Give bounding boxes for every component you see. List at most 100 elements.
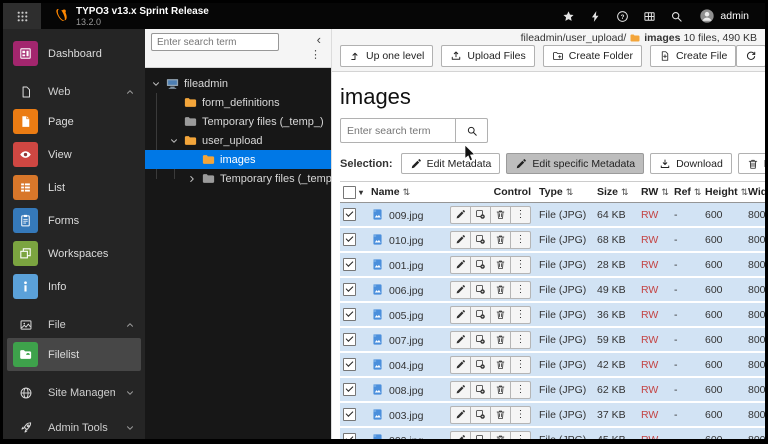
replace-file-button[interactable]	[470, 381, 491, 399]
search-submit-button[interactable]	[455, 118, 488, 143]
delete-file-button[interactable]	[490, 331, 511, 349]
file-name-link[interactable]: 008.jpg	[389, 385, 423, 397]
delete-file-button[interactable]	[490, 206, 511, 224]
row-checkbox[interactable]	[343, 258, 356, 271]
expander-chevron-icon[interactable]	[169, 136, 179, 146]
header-ref[interactable]: Ref⇅	[671, 182, 702, 203]
select-all-checkbox[interactable]	[343, 186, 356, 199]
sidebar-item-file[interactable]: File	[7, 312, 141, 338]
replace-file-button[interactable]	[470, 356, 491, 374]
edit-metadata-row-button[interactable]	[450, 256, 471, 274]
file-name-link[interactable]: 002.jpg	[389, 435, 423, 440]
file-name-link[interactable]: 004.jpg	[389, 360, 423, 372]
more-options-button[interactable]: ⋮	[510, 406, 531, 424]
create-file-button[interactable]: Create File	[650, 45, 736, 67]
delete-file-button[interactable]	[490, 406, 511, 424]
edit-metadata-row-button[interactable]	[450, 356, 471, 374]
sidebar-item-workspaces[interactable]: Workspaces	[7, 237, 141, 270]
row-checkbox[interactable]	[343, 383, 356, 396]
delete-file-button[interactable]	[490, 231, 511, 249]
edit-metadata-button[interactable]: Edit Metadata	[401, 153, 501, 174]
more-options-button[interactable]: ⋮	[510, 356, 531, 374]
collapse-tree-icon[interactable]: ‹	[317, 34, 321, 46]
more-options-button[interactable]: ⋮	[510, 206, 531, 224]
tree-kebab-menu-icon[interactable]: ⋮	[310, 50, 321, 61]
file-name-link[interactable]: 006.jpg	[389, 285, 423, 297]
edit-specific-metadata-button[interactable]: Edit specific Metadata	[506, 153, 644, 174]
edit-metadata-row-button[interactable]	[450, 431, 471, 440]
more-options-button[interactable]: ⋮	[510, 431, 531, 440]
tree-node-user-upload[interactable]: user_upload	[145, 131, 331, 150]
sidebar-item-dashboard[interactable]: Dashboard	[7, 37, 141, 70]
header-height[interactable]: Height⇅	[702, 182, 745, 203]
tree-node-temporary-files-temp[interactable]: Temporary files (_temp_)	[145, 169, 331, 188]
more-options-button[interactable]: ⋮	[510, 306, 531, 324]
more-options-button[interactable]: ⋮	[510, 256, 531, 274]
file-name-link[interactable]: 003.jpg	[389, 410, 423, 422]
file-name-link[interactable]: 010.jpg	[389, 235, 423, 247]
replace-file-button[interactable]	[470, 331, 491, 349]
row-checkbox[interactable]	[343, 433, 356, 439]
replace-file-button[interactable]	[470, 206, 491, 224]
tree-search-input[interactable]	[151, 33, 279, 51]
sidebar-item-view[interactable]: View	[7, 138, 141, 171]
sidebar-item-info[interactable]: Info	[7, 270, 141, 303]
tree-node-fileadmin[interactable]: fileadmin	[145, 74, 331, 93]
tree-node-temporary-files-temp[interactable]: Temporary files (_temp_)	[145, 112, 331, 131]
replace-file-button[interactable]	[470, 256, 491, 274]
header-rw[interactable]: RW⇅	[638, 182, 671, 203]
edit-metadata-row-button[interactable]	[450, 206, 471, 224]
replace-file-button[interactable]	[470, 281, 491, 299]
search-input[interactable]	[340, 118, 456, 143]
file-name-link[interactable]: 005.jpg	[389, 310, 423, 322]
sidebar-item-list[interactable]: List	[7, 171, 141, 204]
sidebar-item-site-management[interactable]: Site Management	[7, 380, 141, 406]
delete-file-button[interactable]	[490, 356, 511, 374]
header-type[interactable]: Type⇅	[536, 182, 594, 203]
expander-chevron-icon[interactable]	[151, 79, 161, 89]
sidebar-item-page[interactable]: Page	[7, 105, 141, 138]
header-name[interactable]: Name⇅	[368, 182, 444, 203]
edit-metadata-row-button[interactable]	[450, 231, 471, 249]
delete-file-button[interactable]	[490, 306, 511, 324]
more-options-button[interactable]: ⋮	[510, 231, 531, 249]
more-options-button[interactable]: ⋮	[510, 331, 531, 349]
more-options-button[interactable]: ⋮	[510, 281, 531, 299]
more-options-button[interactable]: ⋮	[510, 381, 531, 399]
row-checkbox[interactable]	[343, 283, 356, 296]
edit-metadata-row-button[interactable]	[450, 406, 471, 424]
row-checkbox[interactable]	[343, 408, 356, 421]
row-checkbox[interactable]	[343, 208, 356, 221]
tree-node-images[interactable]: images	[145, 150, 331, 169]
row-checkbox[interactable]	[343, 308, 356, 321]
replace-file-button[interactable]	[470, 306, 491, 324]
expander-chevron-icon[interactable]	[187, 174, 197, 184]
header-width[interactable]: Width⇅	[745, 182, 765, 203]
delete-button[interactable]: Delete	[738, 153, 765, 174]
up-one-level-button[interactable]: Up one level	[340, 45, 433, 67]
file-name-link[interactable]: 001.jpg	[389, 260, 423, 272]
replace-file-button[interactable]	[470, 406, 491, 424]
download-button[interactable]: Download	[650, 153, 732, 174]
edit-metadata-row-button[interactable]	[450, 281, 471, 299]
sidebar-item-filelist[interactable]: Filelist	[7, 338, 141, 371]
delete-file-button[interactable]	[490, 431, 511, 440]
row-checkbox[interactable]	[343, 333, 356, 346]
sidebar-item-forms[interactable]: Forms	[7, 204, 141, 237]
upload-files-button[interactable]: Upload Files	[441, 45, 534, 67]
user-menu[interactable]: admin	[693, 7, 755, 25]
search-button[interactable]	[666, 5, 686, 27]
edit-metadata-row-button[interactable]	[450, 381, 471, 399]
edit-metadata-row-button[interactable]	[450, 331, 471, 349]
row-checkbox[interactable]	[343, 233, 356, 246]
header-size[interactable]: Size⇅	[594, 182, 638, 203]
sidebar-item-web[interactable]: Web	[7, 79, 141, 105]
delete-file-button[interactable]	[490, 256, 511, 274]
file-name-link[interactable]: 009.jpg	[389, 210, 423, 222]
shortcuts-button[interactable]	[585, 5, 605, 27]
system-information-button[interactable]	[639, 5, 659, 27]
module-menu-toggle-button[interactable]	[3, 3, 41, 29]
row-checkbox[interactable]	[343, 358, 356, 371]
help-button[interactable]	[612, 5, 632, 27]
replace-file-button[interactable]	[470, 431, 491, 440]
